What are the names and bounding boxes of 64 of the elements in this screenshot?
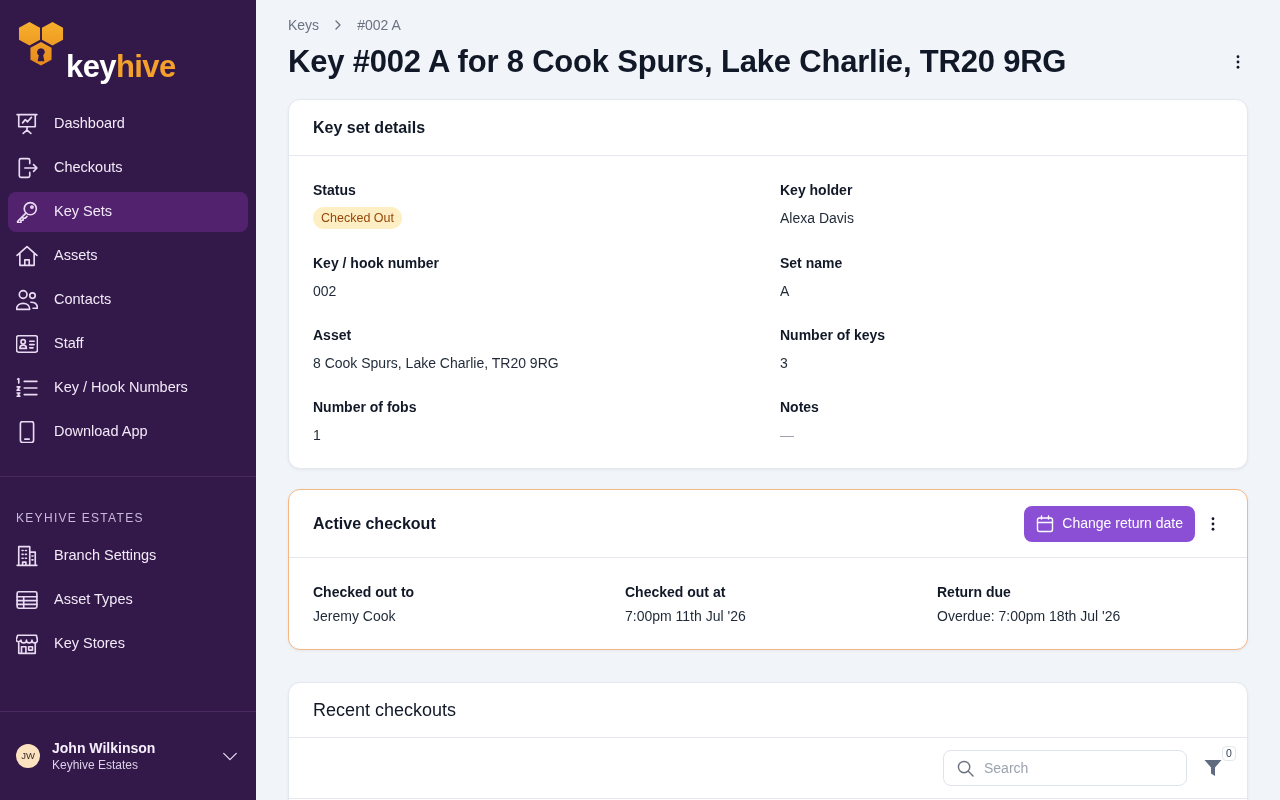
field-value: Alexa Davis [780,209,855,228]
organisation-name: Keyhive Estates [52,757,140,773]
sidebar-nav-item[interactable]: Checkouts [8,148,248,188]
empty-value-dash: — [780,426,795,445]
field-value: Jeremy Cook [313,607,397,626]
sidebar-nav-item[interactable]: Assets [8,236,248,276]
sidebar-nav-item[interactable]: Contacts [8,280,248,320]
chevron-right-icon [335,20,342,30]
search-field[interactable]: Search [943,750,1187,786]
field-label: Checked out at [625,583,727,602]
sidebar-nav-item[interactable]: Download App [8,412,248,452]
breadcrumb-link[interactable]: Keys [288,14,320,36]
sidebar-nav-item[interactable]: Key Sets [8,192,248,232]
filter-funnel-icon [1204,759,1222,777]
field-label: Number of fobs [313,398,418,417]
kebab-menu-icon [1236,55,1240,69]
key-icon [16,201,38,223]
field-value: 8 Cook Spurs, Lake Charlie, TR20 9RG [313,354,560,373]
status-badge: Checked Out [313,207,402,229]
field-label: Checked out to [313,583,416,602]
field-label: Return due [937,583,1012,602]
user-name: John Wilkinson [52,739,157,757]
section-heading: KEYHIVE ESTATES [16,510,144,526]
breadcrumb-current: #002 A [357,15,401,35]
field-value: Overdue: 7:00pm 18th Jul '26 [937,607,1122,626]
people-icon [16,289,38,311]
sidebar-nav-item[interactable]: Key Stores [8,624,248,664]
field-label: Number of keys [780,326,887,345]
storefront-icon [16,633,38,655]
calendar-icon [1036,514,1055,533]
exit-door-icon [16,157,38,179]
kebab-menu-icon [1211,516,1215,531]
field-label: Status [313,181,357,200]
house-icon [16,245,38,267]
search-icon [957,760,974,777]
avatar-initials: JW [16,744,40,768]
office-building-icon [16,545,38,567]
sidebar-nav-item[interactable]: Asset Types [8,580,248,620]
field-value: 7:00pm 11th Jul '26 [625,607,747,626]
field-value: 002 [313,282,338,301]
field-value: A [780,282,791,301]
card-title: Active checkout [313,513,437,534]
sidebar-nav-item[interactable]: Branch Settings [8,536,248,576]
card-title: Recent checkouts [313,698,457,722]
change-return-date-button[interactable]: Change return date [1024,505,1195,542]
field-value: 1 [313,426,322,445]
logo-wordmark: keyhive [66,51,176,82]
field-label: Key holder [780,181,854,200]
table-icon [16,589,38,611]
id-card-icon [16,333,38,355]
numbered-list-icon [16,377,38,399]
field-label: Asset [313,326,353,345]
field-value: 3 [780,354,789,373]
field-label: Key / hook number [313,254,441,273]
chevron-down-icon[interactable] [222,751,238,761]
sidebar-nav-item[interactable]: Key / Hook Numbers [8,368,248,408]
card-title: Key set details [313,117,426,138]
field-label: Set name [780,254,844,273]
sidebar-nav-item[interactable]: Dashboard [8,104,248,144]
sidebar-nav-item[interactable]: Staff [8,324,248,364]
page-title: Key #002 A for 8 Cook Spurs, Lake Charlie, TR20 9RG [288,44,1067,80]
filter-count-badge: 0 [1222,746,1236,761]
presentation-chart-icon [16,113,38,135]
field-label: Notes [780,398,820,417]
